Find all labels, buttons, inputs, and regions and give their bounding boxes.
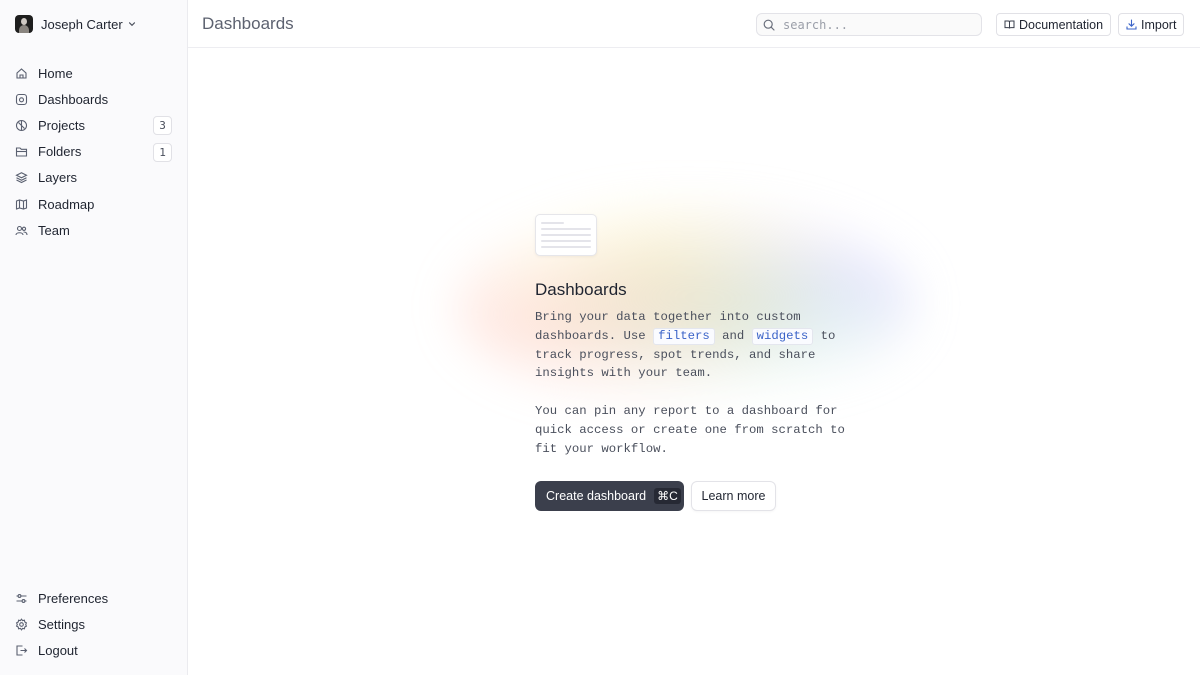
import-button[interactable]: Import bbox=[1118, 13, 1185, 36]
empty-state: Dashboards Bring your data together into… bbox=[535, 214, 865, 512]
sidebar-item-logout[interactable]: Logout bbox=[8, 637, 180, 663]
projects-icon bbox=[15, 119, 28, 132]
sidebar-item-label: Dashboards bbox=[38, 91, 109, 107]
sliders-icon bbox=[15, 592, 28, 605]
documentation-label: Documentation bbox=[1019, 17, 1104, 32]
avatar bbox=[15, 15, 33, 33]
search-box bbox=[756, 13, 982, 36]
top-bar: Dashboards Documentation Import bbox=[188, 0, 1200, 48]
chevron-down-icon bbox=[128, 20, 136, 28]
widgets-keyword: widgets bbox=[751, 327, 814, 345]
sidebar-item-preferences[interactable]: Preferences bbox=[8, 585, 180, 611]
filters-keyword: filters bbox=[653, 327, 715, 345]
count-badge: 1 bbox=[153, 142, 172, 162]
sidebar-item-label: Projects bbox=[38, 117, 85, 133]
empty-state-description: Bring your data together into custom das… bbox=[535, 310, 836, 381]
sidebar-item-folders[interactable]: Folders 1 bbox=[8, 139, 180, 165]
sidebar-item-label: Settings bbox=[38, 616, 85, 632]
page-title: Dashboards bbox=[202, 14, 294, 33]
documentation-button[interactable]: Documentation bbox=[996, 13, 1112, 36]
search-input[interactable] bbox=[783, 17, 963, 32]
sidebar-item-label: Team bbox=[38, 222, 70, 238]
sidebar-nav: Home Dashboards Projects 3 Folders 1 Lay… bbox=[8, 60, 180, 243]
empty-state-title: Dashboards bbox=[535, 280, 627, 299]
dashboard-illustration bbox=[535, 214, 597, 256]
sidebar-item-dashboards[interactable]: Dashboards bbox=[8, 86, 180, 112]
sidebar-item-layers[interactable]: Layers bbox=[8, 165, 180, 191]
logout-icon bbox=[15, 644, 28, 657]
sidebar-item-label: Preferences bbox=[38, 590, 109, 606]
count-badge: 3 bbox=[153, 116, 172, 136]
sidebar-item-label: Logout bbox=[38, 642, 78, 658]
search-icon bbox=[763, 19, 775, 31]
empty-state-description-2: You can pin any report to a dashboard fo… bbox=[535, 403, 845, 456]
map-icon bbox=[15, 198, 28, 211]
sidebar: Joseph Carter Home Dashboards Projects 3 bbox=[0, 0, 188, 675]
user-menu[interactable]: Joseph Carter bbox=[15, 15, 136, 33]
user-name: Joseph Carter bbox=[41, 16, 123, 32]
download-icon bbox=[1126, 19, 1137, 30]
layers-icon bbox=[15, 171, 28, 184]
book-icon bbox=[1004, 19, 1015, 30]
sidebar-item-label: Home bbox=[38, 65, 73, 81]
sidebar-item-projects[interactable]: Projects 3 bbox=[8, 112, 180, 138]
import-label: Import bbox=[1141, 17, 1177, 32]
folder-icon bbox=[15, 145, 28, 158]
gear-icon bbox=[15, 618, 28, 631]
home-icon bbox=[15, 67, 28, 80]
sidebar-item-label: Folders bbox=[38, 144, 82, 160]
keyboard-shortcut: ⌘C bbox=[654, 488, 681, 505]
sidebar-item-label: Layers bbox=[38, 170, 78, 186]
create-dashboard-label: Create dashboard bbox=[546, 489, 647, 504]
sidebar-item-label: Roadmap bbox=[38, 196, 95, 212]
sidebar-item-team[interactable]: Team bbox=[8, 217, 180, 243]
sidebar-item-home[interactable]: Home bbox=[8, 60, 180, 86]
dashboard-icon bbox=[15, 93, 28, 106]
learn-more-button[interactable]: Learn more bbox=[691, 481, 776, 512]
team-icon bbox=[15, 224, 28, 237]
sidebar-item-roadmap[interactable]: Roadmap bbox=[8, 191, 180, 217]
empty-state-actions: Create dashboard ⌘C Learn more bbox=[535, 481, 865, 512]
sidebar-item-settings[interactable]: Settings bbox=[8, 611, 180, 637]
create-dashboard-button[interactable]: Create dashboard ⌘C bbox=[535, 481, 684, 512]
sidebar-bottom-nav: Preferences Settings Logout bbox=[8, 585, 180, 664]
